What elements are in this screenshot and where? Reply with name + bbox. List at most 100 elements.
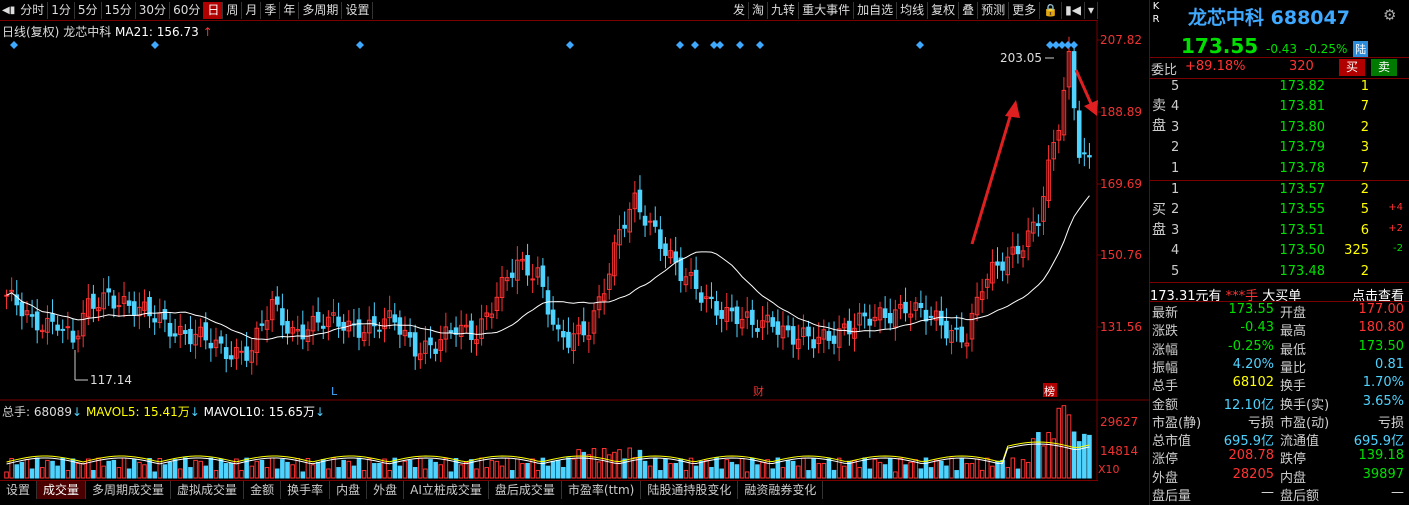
weibi-value: +89.18%	[1185, 59, 1246, 74]
volume-bar	[821, 462, 827, 479]
candle-body	[530, 278, 535, 281]
volume-bar	[351, 465, 357, 479]
volume-bar	[397, 465, 403, 479]
bang-marker: 榜	[1044, 384, 1055, 398]
order-level: 2	[1171, 140, 1180, 156]
indicator-tab[interactable]: 多周期成交量	[86, 481, 172, 499]
volume-bar	[816, 463, 822, 479]
indicator-tab[interactable]: 成交量	[37, 481, 87, 499]
indicator-tab[interactable]: 虚拟成交量	[171, 481, 245, 499]
indicator-tab[interactable]: 换手率	[281, 481, 331, 499]
stat-label: 金额	[1152, 397, 1179, 413]
candle-body	[714, 301, 719, 316]
indicator-tab[interactable]: 融资融券变化	[738, 481, 824, 499]
event-marker-icon	[916, 41, 924, 49]
down-arrow-icon: ↓	[72, 405, 83, 419]
volume-bar	[801, 457, 806, 479]
volume-bar	[1025, 461, 1031, 479]
volume-bar	[755, 464, 760, 479]
event-marker-icon	[151, 41, 159, 49]
indicator-tab[interactable]: 外盘	[367, 481, 405, 499]
volume-bar	[106, 460, 112, 479]
order-change: +2	[1388, 222, 1403, 234]
indicator-tab[interactable]: 金额	[244, 481, 282, 499]
indicator-tab[interactable]: 内盘	[330, 481, 368, 499]
volume-bar	[867, 468, 873, 479]
order-price: 173.50	[1279, 243, 1326, 259]
buy-button[interactable]: 买	[1339, 59, 1365, 76]
volume-bar	[377, 463, 382, 479]
indicator-tab[interactable]: 市盈率(ttm)	[562, 481, 642, 499]
stat-label: 跌停	[1280, 452, 1307, 468]
volume-bar	[841, 465, 847, 479]
candle-body	[509, 272, 515, 278]
stat-label: 量比	[1280, 360, 1307, 376]
volume-bar	[760, 461, 765, 479]
volume-bar	[770, 468, 776, 479]
order-row: 5 173.48 2	[1149, 264, 1409, 284]
volume-bar	[75, 463, 81, 479]
volume-bar	[1020, 459, 1026, 479]
candle-body	[1036, 223, 1041, 226]
event-marker-icon	[1070, 41, 1078, 49]
candle-body	[847, 320, 852, 335]
down-arrow-icon: ↓	[315, 405, 326, 419]
volume-bar	[34, 457, 40, 479]
volume-bar	[535, 469, 541, 479]
volume-header: 总手: 68089↓ MAVOL5: 15.41万↓ MAVOL10: 15.6…	[2, 403, 325, 420]
order-row: 2 173.55 5 +4	[1149, 202, 1409, 222]
volume-bar	[300, 471, 306, 479]
candle-body	[162, 309, 168, 320]
chart-mode: 日线(复权)	[2, 25, 60, 39]
volume-bar	[326, 468, 331, 479]
volume-bar	[346, 460, 352, 479]
volume-bar	[213, 470, 219, 479]
order-price: 173.82	[1279, 79, 1326, 94]
indicator-tab[interactable]: 设置	[0, 481, 38, 499]
stat-label: 涨跌	[1152, 324, 1179, 340]
order-volume: 2	[1360, 263, 1369, 279]
indicator-tab[interactable]: 盘后成交量	[489, 481, 562, 499]
gear-icon[interactable]: ⚙	[1383, 6, 1396, 24]
volume-bar	[959, 458, 965, 479]
volume-bar	[111, 459, 117, 479]
volume-bar	[1015, 468, 1021, 479]
candle-body	[709, 296, 714, 300]
volume-bar	[254, 460, 260, 479]
order-price: 173.55	[1279, 202, 1326, 218]
stat-value: 208.78	[1228, 448, 1275, 464]
volume-bar	[474, 468, 479, 479]
volume-bar	[678, 458, 684, 479]
volume-bar	[19, 461, 25, 479]
candle-body	[392, 314, 398, 323]
market-tag: 陆	[1353, 41, 1369, 57]
kr-badge[interactable]: KR	[1149, 0, 1163, 30]
sell-button[interactable]: 卖	[1371, 59, 1397, 76]
volume-bar	[724, 459, 730, 479]
order-volume: 2	[1360, 119, 1369, 135]
order-volume: 1	[1360, 79, 1369, 94]
candle-body	[540, 265, 546, 287]
volume-bar	[167, 461, 173, 479]
indicator-tab[interactable]: 陆股通持股变化	[641, 481, 739, 499]
candle-body	[341, 321, 346, 331]
volume-bar	[55, 465, 60, 479]
indicator-tab[interactable]: AI立桩成交量	[404, 481, 489, 499]
volume-bar	[310, 464, 316, 479]
volume-bar	[489, 459, 495, 479]
candle-body	[208, 342, 214, 349]
order-level: 4	[1171, 99, 1180, 115]
volume-bar	[382, 458, 387, 479]
stat-row: 振幅 4.20% 量比 0.81	[1152, 357, 1406, 376]
volume-bar	[280, 459, 285, 479]
stat-row: 盘后量 — 盘后额 —	[1152, 485, 1406, 504]
event-marker-icon	[356, 41, 364, 49]
candle-body	[750, 309, 755, 325]
volume-bar	[218, 458, 224, 479]
stat-value: 3.65%	[1362, 393, 1404, 409]
order-price: 173.80	[1279, 119, 1326, 135]
volume-bar	[229, 463, 234, 479]
volume-bar	[739, 458, 745, 479]
volume-bar	[831, 469, 837, 479]
stat-value: 亏损	[1247, 415, 1274, 431]
